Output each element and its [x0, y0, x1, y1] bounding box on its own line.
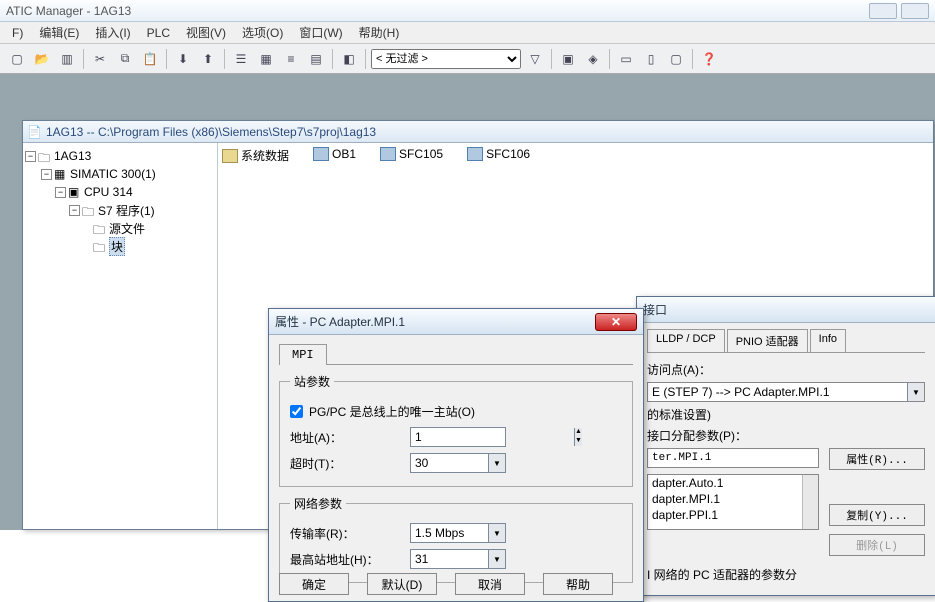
obj-sysdata[interactable]: 系统数据	[222, 147, 289, 164]
project-path: 1AG13 -- C:\Program Files (x86)\Siemens\…	[46, 125, 376, 139]
assign-label: 接口分配参数(P)：	[647, 427, 925, 444]
copy-icon[interactable]: ⧉	[114, 48, 136, 70]
default-button[interactable]: 默认(D)	[367, 573, 437, 595]
online-icon[interactable]: ⬆	[197, 48, 219, 70]
tab-pnio[interactable]: PNIO 适配器	[727, 329, 808, 352]
collapse-icon[interactable]: −	[41, 169, 52, 180]
tree-sources[interactable]: 源文件	[109, 220, 145, 237]
properties-dialog: 属性 - PC Adapter.MPI.1 ✕ MPI 站参数 PG/PC 是总…	[268, 308, 644, 602]
tree-program[interactable]: S7 程序(1)	[98, 202, 155, 219]
properties-button[interactable]: 属性(R)...	[829, 448, 925, 470]
collapse-icon[interactable]: −	[25, 151, 36, 162]
win2-icon[interactable]: ▯	[640, 48, 662, 70]
paste-icon[interactable]: 📋	[139, 48, 161, 70]
list-item[interactable]: dapter.Auto.1	[648, 475, 818, 491]
filter-select[interactable]: < 无过滤 >	[371, 49, 521, 69]
spin-up-icon[interactable]: ▲	[574, 428, 582, 437]
timeout-select[interactable]: 30 ▼	[410, 453, 506, 473]
help-button[interactable]: 帮助	[543, 573, 613, 595]
wizard-icon[interactable]: ▥	[56, 48, 78, 70]
pgpc-interface-dialog: 接口 LLDP / DCP PNIO 适配器 Info 访问点(A)： E (S…	[636, 296, 935, 596]
delete-button: 删除(L)	[829, 534, 925, 556]
std-label: 的标准设置)	[647, 406, 925, 423]
menu-window[interactable]: 窗口(W)	[291, 22, 350, 43]
chevron-down-icon[interactable]: ▼	[488, 550, 505, 568]
obj-ob1[interactable]: OB1	[313, 147, 356, 161]
current-interface: ter.MPI.1	[647, 448, 819, 468]
chevron-down-icon[interactable]: ▼	[907, 383, 924, 401]
ok-button[interactable]: 确定	[279, 573, 349, 595]
hsa-label: 最高站地址(H)：	[290, 551, 410, 568]
only-master-checkbox[interactable]	[290, 405, 303, 418]
menu-insert[interactable]: 插入(I)	[87, 22, 138, 43]
obj-sfc106[interactable]: SFC106	[467, 147, 530, 161]
menu-file[interactable]: F)	[4, 24, 31, 42]
list-icon[interactable]: ≡	[280, 48, 302, 70]
chevron-down-icon[interactable]: ▼	[488, 454, 505, 472]
access-point-select[interactable]: E (STEP 7) --> PC Adapter.MPI.1 ▼	[647, 382, 925, 402]
tree-icon[interactable]: ☰	[230, 48, 252, 70]
access-label: 访问点(A)：	[647, 361, 925, 378]
tree-cpu[interactable]: CPU 314	[84, 185, 133, 199]
sim-icon[interactable]: ▣	[557, 48, 579, 70]
collapse-icon[interactable]: −	[69, 205, 80, 216]
menu-plc[interactable]: PLC	[139, 24, 178, 42]
tree-root[interactable]: 1AG13	[54, 149, 91, 163]
props-title: 属性 - PC Adapter.MPI.1	[275, 313, 595, 330]
list-item[interactable]: dapter.PPI.1	[648, 507, 818, 523]
open-icon[interactable]: 📂	[31, 48, 53, 70]
detail-icon[interactable]: ▤	[305, 48, 327, 70]
chevron-down-icon[interactable]: ▼	[488, 524, 505, 542]
copy-button[interactable]: 复制(Y)...	[829, 504, 925, 526]
list-item[interactable]: dapter.MPI.1	[648, 491, 818, 507]
app-title: ATIC Manager - 1AG13	[6, 4, 869, 18]
minimize-button[interactable]	[869, 3, 897, 19]
scrollbar[interactable]	[802, 475, 818, 529]
address-input[interactable]: ▲▼	[410, 427, 506, 447]
menu-help[interactable]: 帮助(H)	[351, 22, 408, 43]
net-icon[interactable]: ◧	[338, 48, 360, 70]
maximize-button[interactable]	[901, 3, 929, 19]
help-icon[interactable]: ❓	[698, 48, 720, 70]
rate-select[interactable]: 1.5 Mbps ▼	[410, 523, 506, 543]
tree-blocks[interactable]: 块	[109, 237, 125, 256]
close-button[interactable]: ✕	[595, 313, 637, 331]
filter-icon[interactable]: ▽	[524, 48, 546, 70]
project-tree[interactable]: −🗀1AG13 −▦SIMATIC 300(1) −▣CPU 314 −🗀S7 …	[23, 143, 218, 529]
ref-icon[interactable]: ◈	[582, 48, 604, 70]
hsa-select[interactable]: 31 ▼	[410, 549, 506, 569]
only-master-label: PG/PC 是总线上的唯一主站(O)	[309, 403, 475, 420]
cut-icon[interactable]: ✂	[89, 48, 111, 70]
win3-icon[interactable]: ▢	[665, 48, 687, 70]
download-icon[interactable]: ⬇	[172, 48, 194, 70]
menu-view[interactable]: 视图(V)	[178, 22, 234, 43]
grid-icon[interactable]: ▦	[255, 48, 277, 70]
tab-info[interactable]: Info	[810, 329, 846, 352]
timeout-label: 超时(T)：	[290, 455, 410, 472]
menu-bar: F) 编辑(E) 插入(I) PLC 视图(V) 选项(O) 窗口(W) 帮助(…	[0, 22, 935, 44]
toolbar: ▢ 📂 ▥ ✂ ⧉ 📋 ⬇ ⬆ ☰ ▦ ≡ ▤ ◧ < 无过滤 > ▽ ▣ ◈ …	[0, 44, 935, 74]
obj-sfc105[interactable]: SFC105	[380, 147, 443, 161]
tab-mpi[interactable]: MPI	[279, 344, 327, 365]
address-label: 地址(A)：	[290, 429, 410, 446]
spin-down-icon[interactable]: ▼	[574, 437, 582, 446]
tree-station[interactable]: SIMATIC 300(1)	[70, 167, 156, 181]
cancel-button[interactable]: 取消	[455, 573, 525, 595]
rate-label: 传输率(R)：	[290, 525, 410, 542]
network-params-group: 网络参数 传输率(R)： 1.5 Mbps ▼ 最高站地址(H)： 31 ▼	[279, 495, 633, 583]
folder-icon: 📄	[27, 125, 42, 139]
menu-edit[interactable]: 编辑(E)	[31, 22, 87, 43]
menu-options[interactable]: 选项(O)	[234, 22, 291, 43]
iface-title: 接口	[643, 301, 929, 318]
win1-icon[interactable]: ▭	[615, 48, 637, 70]
station-params-group: 站参数 PG/PC 是总线上的唯一主站(O) 地址(A)： ▲▼ 超时(T)： …	[279, 373, 633, 487]
iface-desc: I 网络的 PC 适配器的参数分	[647, 566, 925, 583]
interface-list[interactable]: dapter.Auto.1 dapter.MPI.1 dapter.PPI.1	[647, 474, 819, 530]
new-icon[interactable]: ▢	[6, 48, 28, 70]
tab-lldp[interactable]: LLDP / DCP	[647, 329, 725, 352]
collapse-icon[interactable]: −	[55, 187, 66, 198]
